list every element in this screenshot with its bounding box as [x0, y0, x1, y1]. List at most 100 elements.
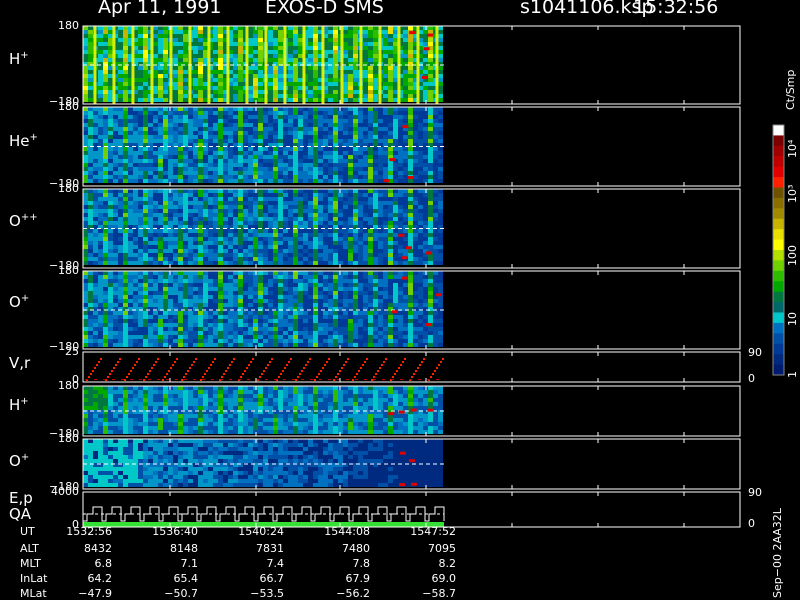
heatmap-cell: [223, 107, 228, 111]
heatmap-cell: [338, 217, 343, 221]
heatmap-cell: [378, 171, 383, 175]
heatmap-cell: [103, 159, 108, 163]
heatmap-cell: [153, 26, 158, 30]
heatmap-cell: [338, 253, 343, 257]
heatmap-cell: [293, 257, 298, 261]
heatmap-cell: [143, 58, 148, 62]
heatmap-cell: [218, 193, 223, 197]
heatmap-cell: [223, 111, 228, 115]
heatmap-cell: [328, 127, 333, 131]
heatmap-cell: [218, 233, 223, 237]
heatmap-cell: [168, 229, 173, 233]
heatmap-cell: [388, 221, 393, 225]
heatmap-cell: [283, 167, 288, 171]
heatmap-cell: [88, 127, 93, 131]
heatmap-cell: [298, 30, 303, 34]
heatmap-cell: [328, 221, 333, 225]
heatmap-cell: [333, 70, 338, 74]
heatmap-cell: [163, 287, 168, 291]
heatmap-cell: [253, 147, 258, 151]
heatmap-cell: [418, 275, 423, 279]
heatmap-cell: [143, 98, 148, 102]
heatmap-cell: [153, 66, 158, 70]
heatmap-cell: [258, 58, 263, 62]
heatmap-cell: [98, 107, 103, 111]
heatmap-cell: [438, 275, 443, 279]
heatmap-cell: [368, 90, 373, 94]
heatmap-cell: [403, 38, 408, 42]
heatmap-cell: [303, 193, 308, 197]
heatmap-cell: [278, 315, 283, 319]
heatmap-cell: [293, 253, 298, 257]
heatmap-cell: [168, 209, 173, 213]
heatmap-cell: [203, 151, 208, 155]
heatmap-cell: [328, 213, 333, 217]
heatmap-cell: [433, 217, 438, 221]
heatmap-cell: [133, 245, 138, 249]
heatmap-cell: [83, 90, 88, 94]
heatmap-cell: [118, 171, 123, 175]
heatmap-cell: [378, 245, 383, 249]
heatmap-cell: [238, 135, 243, 139]
heatmap-cell: [418, 111, 423, 115]
heatmap-cell: [408, 58, 413, 62]
heatmap-cell: [403, 201, 408, 205]
heatmap-cell: [173, 139, 178, 143]
heatmap-cell: [163, 50, 168, 54]
heatmap-cell: [163, 283, 168, 287]
heatmap-cell: [123, 58, 128, 62]
heatmap-cell: [393, 287, 398, 291]
heatmap-cell: [228, 123, 233, 127]
heatmap-cell: [238, 175, 243, 179]
heatmap-cell: [293, 221, 298, 225]
heatmap-cell: [383, 119, 388, 123]
heatmap-cell: [228, 147, 233, 151]
heatmap-cell: [363, 115, 368, 119]
heatmap-cell: [383, 237, 388, 241]
heatmap-cell: [98, 221, 103, 225]
heatmap-cell: [433, 131, 438, 135]
heatmap-cell: [408, 70, 413, 74]
heatmap-cell: [118, 94, 123, 98]
heatmap-cell: [108, 193, 113, 197]
heatmap-cell: [418, 201, 423, 205]
heatmap-cell: [378, 261, 383, 265]
heatmap-cell: [428, 175, 433, 179]
heatmap-cell: [328, 287, 333, 291]
heatmap-cell: [133, 315, 138, 319]
heatmap-cell: [353, 127, 358, 131]
heatmap-cell: [243, 171, 248, 175]
heatmap-cell: [143, 42, 148, 46]
heatmap-cell: [428, 26, 433, 30]
heatmap-cell: [303, 295, 308, 299]
heatmap-cell: [433, 241, 438, 245]
heatmap-cell: [303, 241, 308, 245]
heatmap-cell: [213, 257, 218, 261]
heatmap-cell: [233, 26, 238, 30]
heatmap-cell: [148, 221, 153, 225]
heatmap-cell: [428, 299, 433, 303]
heatmap-cell: [368, 315, 373, 319]
heatmap-cell: [93, 205, 98, 209]
heatmap-cell: [408, 283, 413, 287]
heatmap-cell: [208, 131, 213, 135]
heatmap-cell: [118, 119, 123, 123]
heatmap-cell: [333, 221, 338, 225]
heatmap-cell: [403, 26, 408, 30]
heatmap-cell: [298, 82, 303, 86]
heatmap-cell: [393, 189, 398, 193]
heatmap-cell: [333, 197, 338, 201]
heatmap-cell: [183, 217, 188, 221]
heatmap-cell: [268, 90, 273, 94]
heatmap-cell: [283, 241, 288, 245]
heatmap-cell: [208, 163, 213, 167]
heatmap-cell: [328, 189, 333, 193]
heatmap-cell: [183, 287, 188, 291]
heatmap-cell: [363, 237, 368, 241]
heatmap-cell: [243, 167, 248, 171]
heatmap-cell: [118, 213, 123, 217]
heatmap-cell: [293, 233, 298, 237]
heatmap-cell: [188, 119, 193, 123]
heatmap-cell: [323, 213, 328, 217]
heatmap-cell: [313, 139, 318, 143]
